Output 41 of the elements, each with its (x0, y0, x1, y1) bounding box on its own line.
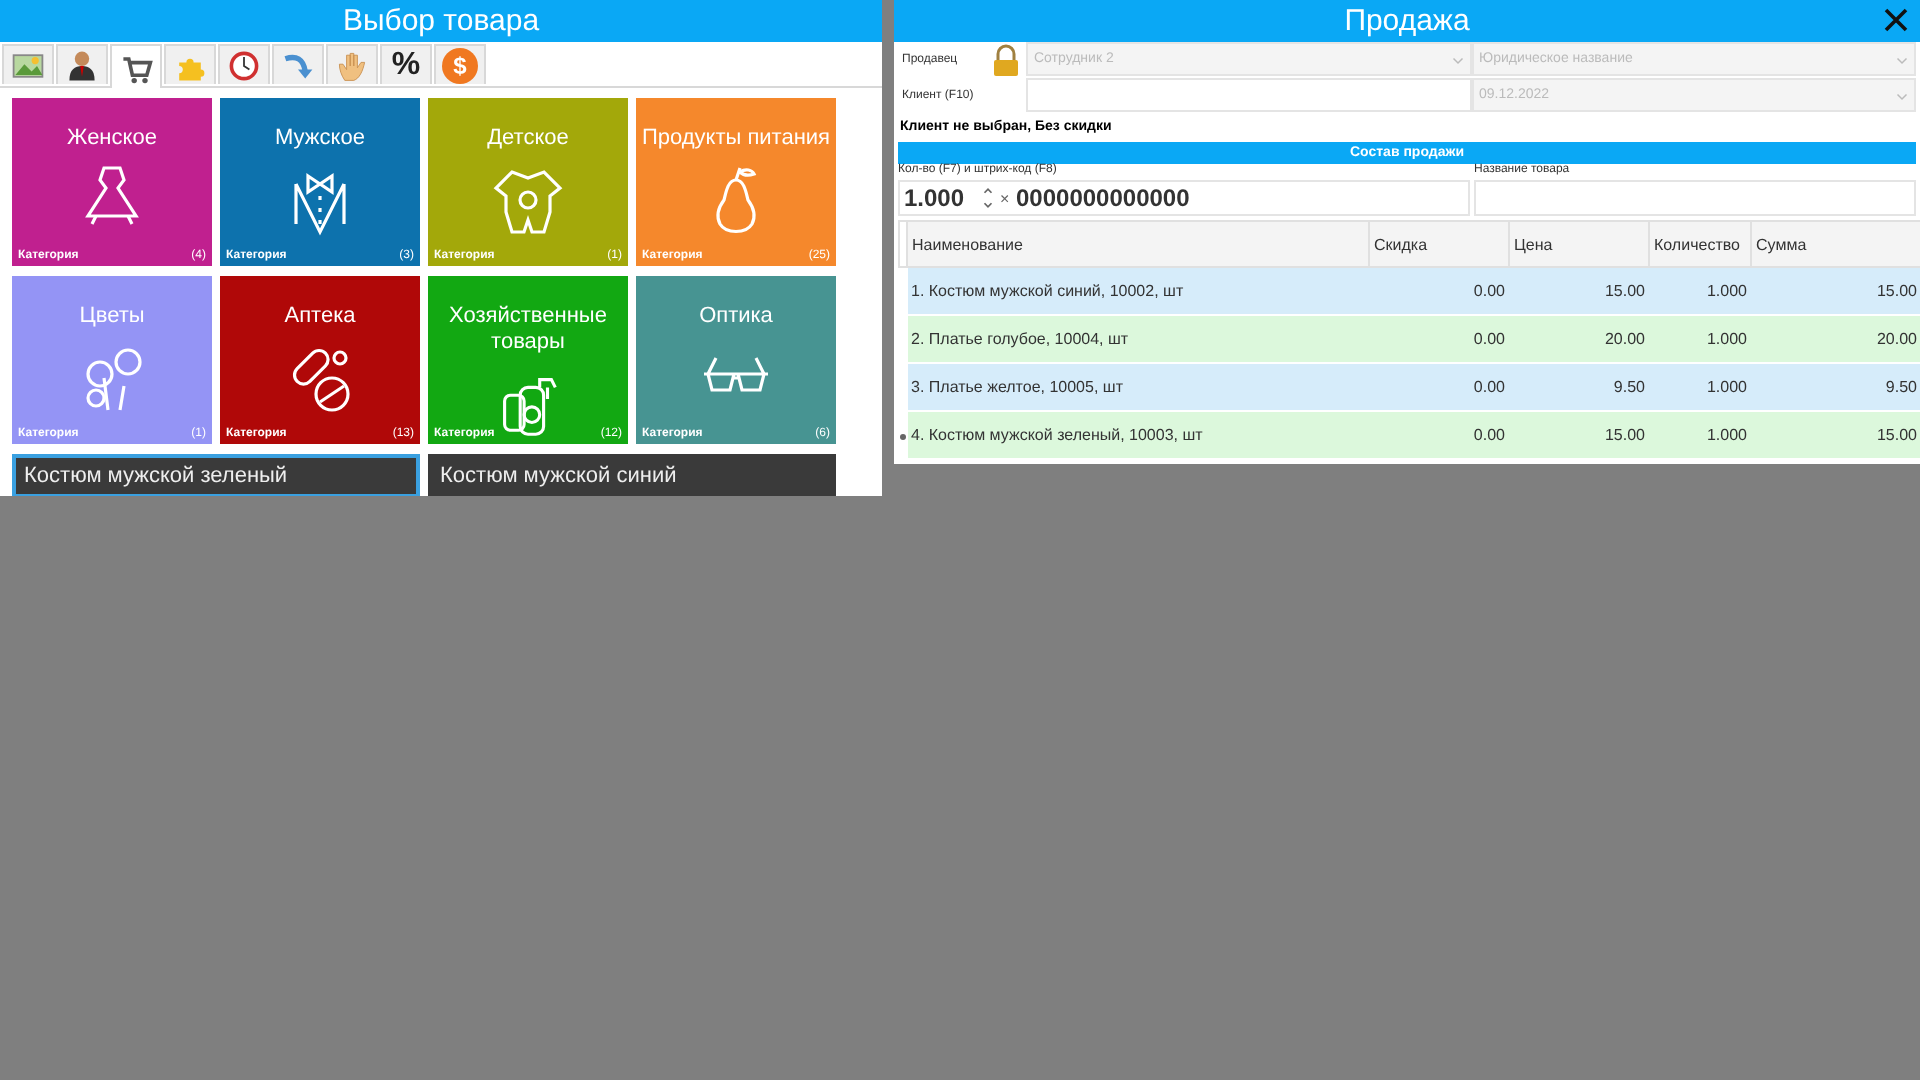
table-cell: 9.50 (1509, 363, 1649, 411)
table-cell: 15.00 (1751, 267, 1920, 315)
toolbar-tab[interactable] (110, 44, 162, 88)
table-cell: 1.000 (1649, 411, 1751, 459)
product-name-field[interactable] (1474, 180, 1916, 216)
table-cell: 1. Костюм мужской синий, 10002, шт (907, 267, 1369, 315)
column-header[interactable]: Наименование (907, 221, 1369, 267)
table-cell: 1.000 (1649, 363, 1751, 411)
table-cell: 0.00 (1369, 363, 1509, 411)
table-cell: 4. Костюм мужской зеленый, 10003, шт (907, 411, 1369, 459)
hand-icon (334, 47, 370, 83)
window-title: Выбор товара (342, 2, 540, 42)
table-cell: 0.00 (1369, 411, 1509, 459)
client-field[interactable] (1026, 78, 1471, 112)
toolbar-tab[interactable] (218, 44, 270, 84)
product-card[interactable]: Костюм мужской синий (428, 454, 836, 496)
column-header[interactable]: Сумма (1751, 221, 1920, 267)
coin-icon: $ (442, 47, 478, 83)
table-cell: 1.000 (1649, 315, 1751, 363)
toolbar-tab[interactable] (56, 44, 108, 84)
table-cell: 3. Платье желтое, 10005, шт (907, 363, 1369, 411)
lock-icon[interactable] (990, 43, 1022, 75)
table-cell: 20.00 (1751, 315, 1920, 363)
toolbar-tab[interactable]: % (380, 44, 432, 84)
window-title: Продажа (1344, 2, 1470, 42)
column-header[interactable]: Скидка (1369, 221, 1509, 267)
column-header[interactable]: Количество (1649, 221, 1751, 267)
table-cell: 9.50 (1751, 363, 1920, 411)
table-cell: 0.00 (1369, 315, 1509, 363)
table-cell: 1.000 (1649, 267, 1751, 315)
table-cell: 0.00 (1369, 267, 1509, 315)
column-header[interactable]: Цена (1509, 221, 1649, 267)
table-cell: 15.00 (1751, 411, 1920, 459)
table-cell: 2. Платье голубое, 10004, шт (907, 315, 1369, 363)
clock-icon (226, 47, 262, 83)
person-icon (64, 47, 100, 83)
table-cell: 20.00 (1509, 315, 1649, 363)
table-cell: 15.00 (1509, 267, 1649, 315)
close-icon[interactable] (1880, 4, 1912, 36)
product-card[interactable]: Костюм мужской зеленый (12, 454, 420, 496)
table-cell: 15.00 (1509, 411, 1649, 459)
